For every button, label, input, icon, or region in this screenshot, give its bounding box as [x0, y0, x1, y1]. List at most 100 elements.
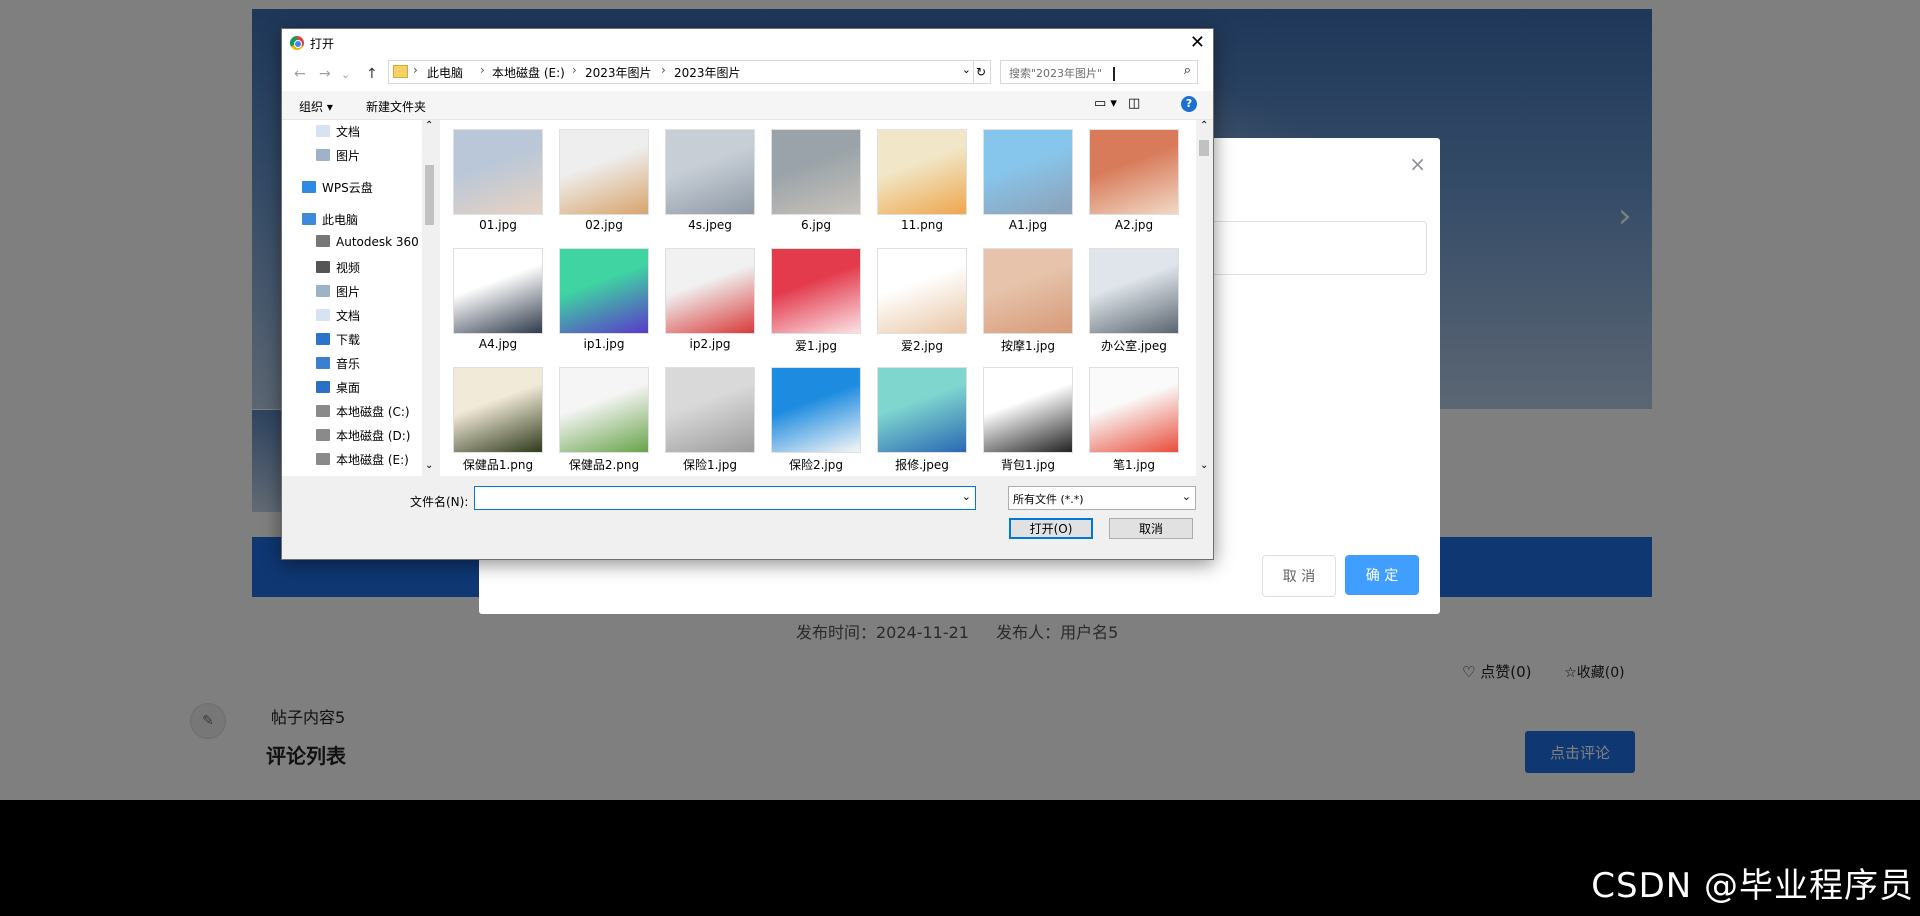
scroll-down-icon[interactable]: ⌄ — [425, 460, 433, 471]
sidebar-item[interactable]: 视频 — [316, 259, 360, 277]
file-thumbnail — [454, 368, 542, 452]
file-name: 按摩1.jpg — [1000, 339, 1056, 353]
recent-dropdown-icon[interactable]: ⌄ — [341, 68, 350, 81]
scroll-up-icon[interactable]: ⌃ — [1200, 120, 1208, 131]
file-thumbnail — [454, 249, 542, 333]
file-thumbnail — [560, 130, 648, 214]
file-name: 笔1.jpg — [1112, 458, 1156, 472]
modal-cancel-button[interactable]: 取 消 — [1262, 555, 1336, 597]
file-item[interactable]: A4.jpg — [450, 245, 546, 355]
file-item[interactable]: 4s.jpeg — [662, 126, 758, 236]
file-item[interactable]: 办公室.jpeg — [1086, 245, 1182, 355]
cloud-icon — [302, 181, 316, 193]
thumbnail-image — [560, 249, 648, 333]
video-icon — [316, 261, 330, 273]
sidebar-item-label: 音乐 — [336, 357, 361, 371]
file-type-select[interactable]: 所有文件 (*.*) ⌄ — [1008, 486, 1196, 510]
sidebar-item-label: 下载 — [336, 333, 361, 347]
address-dropdown-icon[interactable]: ⌄ — [962, 63, 971, 76]
thumbnail-image — [878, 368, 966, 452]
file-item[interactable]: A2.jpg — [1086, 126, 1182, 236]
back-arrow-icon[interactable]: ← — [294, 66, 306, 82]
sidebar-item[interactable]: 图片📌 — [316, 147, 432, 165]
search-field[interactable]: 搜索"2023年图片" ⌕ — [1000, 60, 1198, 84]
forward-arrow-icon[interactable]: → — [319, 66, 331, 82]
filename-label: 文件名(N): — [410, 495, 469, 509]
thumbnail-image — [772, 368, 860, 452]
file-thumbnail — [878, 130, 966, 214]
sidebar-item[interactable]: 本地磁盘 (C:) — [316, 403, 410, 421]
scrollbar-thumb[interactable] — [1199, 140, 1209, 156]
sidebar-item-label: 图片 — [336, 149, 361, 163]
sidebar-item[interactable]: WPS云盘 — [302, 179, 373, 197]
sidebar-item-label: Autodesk 360 — [336, 235, 419, 249]
sidebar-item[interactable]: 此电脑 — [302, 211, 358, 229]
breadcrumb-item[interactable]: 2023年图片 — [674, 64, 741, 81]
sidebar-item[interactable]: 文档📌 — [316, 123, 432, 141]
nav-scrollbar[interactable]: ⌃ ⌄ — [422, 120, 437, 476]
address-bar[interactable]: › 此电脑 › 本地磁盘 (E:) › 2023年图片 › 2023年图片 ⌄ — [388, 60, 974, 84]
open-button[interactable]: 打开(O) — [1009, 518, 1093, 539]
folder-icon — [393, 65, 408, 78]
file-item[interactable]: 保险1.jpg — [662, 364, 758, 474]
file-item[interactable]: 笔1.jpg — [1086, 364, 1182, 474]
file-item[interactable]: 按摩1.jpg — [980, 245, 1076, 355]
pictures-icon — [316, 149, 330, 161]
breadcrumb-item[interactable]: 2023年图片 — [585, 64, 652, 81]
preview-pane-icon[interactable]: ◫ — [1128, 96, 1140, 111]
sidebar-item[interactable]: 图片 — [316, 283, 360, 301]
file-thumbnail — [984, 130, 1072, 214]
sidebar-item[interactable]: 本地磁盘 (E:) — [316, 451, 409, 469]
new-folder-button[interactable]: 新建文件夹 — [366, 98, 426, 115]
file-item[interactable]: 02.jpg — [556, 126, 652, 236]
scroll-up-icon[interactable]: ⌃ — [425, 120, 433, 131]
thumbnail-image — [454, 249, 542, 333]
view-options-icon[interactable]: ▭ ▾ — [1094, 96, 1117, 111]
file-type-dropdown-icon[interactable]: ⌄ — [1182, 490, 1191, 503]
document-icon — [316, 125, 330, 137]
help-icon[interactable]: ? — [1181, 96, 1197, 112]
sidebar-item[interactable]: 文档 — [316, 307, 360, 325]
cancel-button[interactable]: 取消 — [1109, 518, 1193, 539]
file-item[interactable]: ip2.jpg — [662, 245, 758, 355]
scrollbar-thumb[interactable] — [425, 165, 434, 225]
sidebar-item[interactable]: 本地磁盘 (D:) — [316, 427, 410, 445]
file-item[interactable]: A1.jpg — [980, 126, 1076, 236]
file-item[interactable]: 保险2.jpg — [768, 364, 864, 474]
filename-dropdown-icon[interactable]: ⌄ — [962, 490, 971, 503]
sidebar-item[interactable]: Autodesk 360 — [316, 235, 419, 253]
thumbnail-image — [984, 249, 1072, 333]
file-item[interactable]: ip1.jpg — [556, 245, 652, 355]
file-item[interactable]: 背包1.jpg — [980, 364, 1076, 474]
modal-ok-button[interactable]: 确 定 — [1345, 555, 1419, 595]
comment-textarea[interactable] — [1179, 221, 1427, 275]
file-item[interactable]: 保健品1.png — [450, 364, 546, 474]
content-scrollbar[interactable]: ⌃ ⌄ — [1196, 120, 1212, 476]
scroll-down-icon[interactable]: ⌄ — [1200, 460, 1208, 471]
file-item[interactable]: 6.jpg — [768, 126, 864, 236]
file-thumbnail — [772, 130, 860, 214]
file-name: 02.jpg — [585, 218, 623, 232]
file-item[interactable]: 报修.jpeg — [874, 364, 970, 474]
file-item[interactable]: 保健品2.png — [556, 364, 652, 474]
sidebar-item[interactable]: 音乐 — [316, 355, 360, 373]
breadcrumb-item[interactable]: 本地磁盘 (E:) — [492, 64, 565, 81]
modal-close-icon[interactable]: × — [1409, 152, 1426, 176]
filename-input[interactable]: ⌄ — [474, 486, 976, 510]
refresh-icon[interactable]: ↻ — [972, 60, 991, 84]
file-item[interactable]: 爱1.jpg — [768, 245, 864, 355]
sidebar-item[interactable]: 下载 — [316, 331, 360, 349]
organize-menu[interactable]: 组织 ▾ — [299, 98, 333, 115]
file-name: A2.jpg — [1114, 218, 1154, 232]
file-item[interactable]: 11.png — [874, 126, 970, 236]
file-thumbnail — [772, 368, 860, 452]
file-item[interactable]: 01.jpg — [450, 126, 546, 236]
file-item[interactable]: 爱2.jpg — [874, 245, 970, 355]
up-arrow-icon[interactable]: ↑ — [366, 66, 378, 82]
dialog-titlebar: 打开 ✕ — [282, 29, 1213, 57]
sidebar-item[interactable]: 桌面 — [316, 379, 360, 397]
sidebar-item-label: 本地磁盘 (E:) — [336, 453, 409, 467]
breadcrumb-item[interactable]: 此电脑 — [427, 64, 463, 81]
thumbnail-image — [772, 130, 860, 214]
dialog-close-icon[interactable]: ✕ — [1190, 32, 1205, 53]
